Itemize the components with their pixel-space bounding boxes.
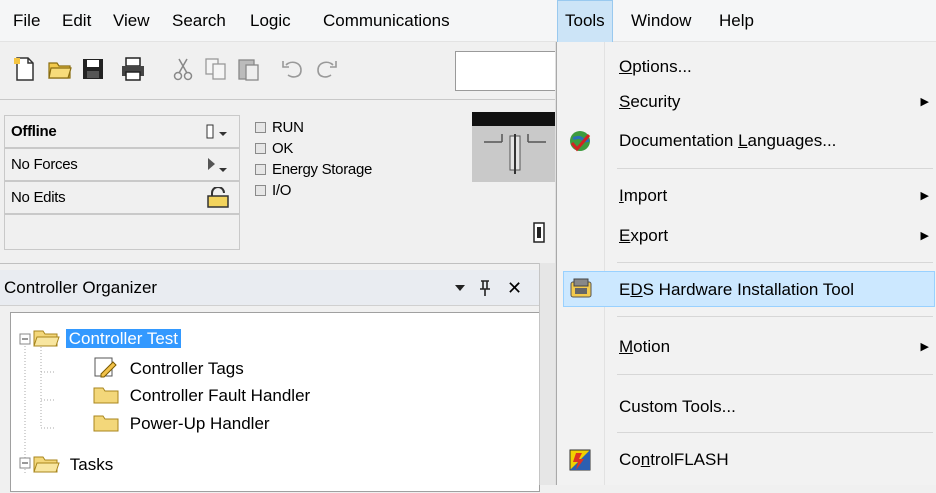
cut-icon[interactable] <box>170 56 196 82</box>
menu-communications[interactable]: Communications <box>316 0 457 42</box>
close-icon[interactable]: ✕ <box>507 270 522 306</box>
controller-keyswitch-icon <box>472 112 558 182</box>
menu-separator <box>617 262 933 263</box>
organizer-menu-dropdown-icon[interactable] <box>454 284 466 292</box>
folder-open-icon <box>33 456 60 473</box>
controller-organizer-pane: Controller Organizer ✕ Controller Test C… <box>0 263 548 492</box>
menu-help[interactable]: Help <box>712 0 761 42</box>
status-forces-label: No Forces <box>11 156 78 173</box>
menu-item-label: Import <box>619 186 668 205</box>
folder-open-icon <box>33 330 60 347</box>
menu-logic[interactable]: Logic <box>243 0 298 42</box>
open-folder-icon[interactable] <box>47 56 73 82</box>
tree-item-label: Controller Tags <box>129 359 244 378</box>
folder-icon <box>93 387 119 404</box>
menu-separator <box>617 168 933 169</box>
menu-item-custom-tools[interactable]: Custom Tools... <box>557 389 936 425</box>
pin-icon[interactable] <box>478 279 492 297</box>
run-indicator: RUN <box>255 119 304 136</box>
controller-status-panel: Offline No Forces No Edits RUN OK Energy… <box>0 100 560 263</box>
new-document-icon[interactable] <box>12 56 38 82</box>
menu-item-security[interactable]: Security ▶ <box>557 84 936 120</box>
submenu-arrow-icon: ▶ <box>920 96 929 108</box>
menu-window[interactable]: Window <box>624 0 698 42</box>
io-indicator: I/O <box>255 182 291 199</box>
tree-item-tasks[interactable]: Tasks <box>33 451 113 479</box>
submenu-arrow-icon: ▶ <box>920 230 929 242</box>
menu-edit[interactable]: Edit <box>55 0 98 42</box>
save-icon[interactable] <box>80 56 106 82</box>
ok-indicator: OK <box>255 140 293 157</box>
status-mode-row[interactable]: Offline <box>4 115 240 148</box>
tree-item-label: Power-Up Handler <box>129 414 270 433</box>
menu-item-label: Documentation Languages... <box>619 131 837 150</box>
status-edits-row[interactable]: No Edits <box>4 181 240 214</box>
menu-item-label: Custom Tools... <box>619 397 736 416</box>
menu-item-options[interactable]: Options... <box>557 49 936 85</box>
menu-item-label: Options... <box>619 57 692 76</box>
menu-item-motion[interactable]: Motion ▶ <box>557 329 936 365</box>
organizer-tree: Controller Test Controller Tags Controll… <box>10 312 540 492</box>
menu-item-label: ControlFLASH <box>619 450 729 469</box>
menu-item-label: EDS Hardware Installation Tool <box>619 280 854 299</box>
menu-item-export[interactable]: Export ▶ <box>557 218 936 254</box>
organizer-title: Controller Organizer <box>4 278 158 297</box>
lock-icon <box>207 187 229 208</box>
toolbar-combo-input[interactable] <box>455 51 565 91</box>
status-forces-row[interactable]: No Forces <box>4 148 240 181</box>
tags-icon <box>94 357 117 378</box>
tree-item-power-up-handler[interactable]: Power-Up Handler <box>93 410 270 438</box>
menu-item-import[interactable]: Import ▶ <box>557 178 936 214</box>
menu-item-documentation-languages[interactable]: Documentation Languages... <box>557 123 936 159</box>
tree-item-label: Controller Fault Handler <box>129 386 311 405</box>
menu-separator <box>617 374 933 375</box>
tree-item-label: Tasks <box>69 455 114 474</box>
menu-item-controlflash[interactable]: ControlFLASH <box>557 442 936 478</box>
controlflash-icon <box>569 449 591 471</box>
menu-item-eds-hardware-installation-tool[interactable]: EDS Hardware Installation Tool <box>563 271 935 307</box>
undo-icon[interactable] <box>280 56 306 82</box>
menu-bar: File Edit View Search Logic Communicatio… <box>0 0 936 43</box>
pane-splitter[interactable] <box>539 263 556 485</box>
tree-item-controller-tags[interactable]: Controller Tags <box>93 355 244 383</box>
menu-view[interactable]: View <box>106 0 157 42</box>
submenu-arrow-icon: ▶ <box>920 190 929 202</box>
forces-dropdown-icon[interactable] <box>205 157 231 175</box>
menu-item-label: Motion <box>619 337 671 356</box>
mode-dropdown-icon[interactable] <box>205 124 231 140</box>
menu-item-label: Security <box>619 92 681 111</box>
submenu-arrow-icon: ▶ <box>920 341 929 353</box>
paste-icon[interactable] <box>236 56 262 82</box>
menu-separator <box>617 432 933 433</box>
copy-icon[interactable] <box>203 56 229 82</box>
tree-item-controller-fault-handler[interactable]: Controller Fault Handler <box>93 382 310 410</box>
status-empty-row <box>4 214 240 250</box>
menu-separator <box>617 316 933 317</box>
energy-storage-indicator: Energy Storage <box>255 161 372 178</box>
print-icon[interactable] <box>120 56 146 82</box>
keyswitch-indicator-icon <box>533 222 545 243</box>
folder-icon <box>93 415 119 432</box>
eds-hardware-icon <box>570 278 592 298</box>
menu-tools[interactable]: Tools <box>557 0 613 43</box>
tools-menu-dropdown: Options... Security ▶ Documentation Lang… <box>556 42 936 485</box>
tree-item-label: Controller Test <box>65 329 182 348</box>
menu-search[interactable]: Search <box>165 0 233 42</box>
toolbar <box>0 42 565 100</box>
menu-file[interactable]: File <box>6 0 47 42</box>
globe-checkmark-icon <box>570 131 591 152</box>
organizer-title-bar: Controller Organizer ✕ <box>0 270 548 306</box>
menu-item-label: Export <box>619 226 669 245</box>
tree-item-controller-test[interactable]: Controller Test <box>33 325 182 353</box>
redo-icon[interactable] <box>313 56 339 82</box>
status-mode-label: Offline <box>11 123 57 140</box>
status-edits-label: No Edits <box>11 189 66 206</box>
